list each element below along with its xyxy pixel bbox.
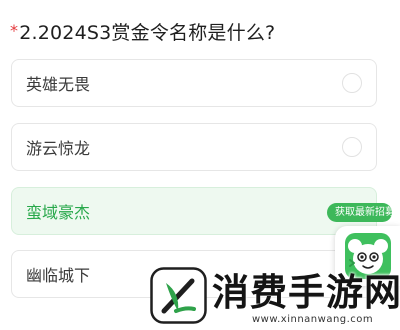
option-2[interactable]: 游云惊龙 [11,123,377,171]
option-1[interactable]: 英雄无畏 [11,59,377,107]
radio-circle-icon[interactable] [342,137,362,157]
required-mark: * [10,21,19,40]
option-label: 蛮域豪杰 [26,203,91,222]
option-3[interactable]: 蛮域豪杰 [11,187,377,235]
recruit-news-pill[interactable]: 获取最新招募动态 [327,203,392,222]
radio-circle-icon[interactable] [342,73,362,93]
watermark-brand: 消费手游网 [212,270,400,314]
leaf-logo-icon [150,267,207,324]
option-label: 英雄无畏 [26,75,91,94]
option-label: 游云惊龙 [26,139,91,158]
option-label: 幽临城下 [26,266,91,285]
watermark-url: www.xinnanwang.com [252,314,374,325]
question-text: 2.2024S3赏金令名称是什么? [19,22,276,44]
question-title: *2.2024S3赏金令名称是什么? [10,18,275,45]
